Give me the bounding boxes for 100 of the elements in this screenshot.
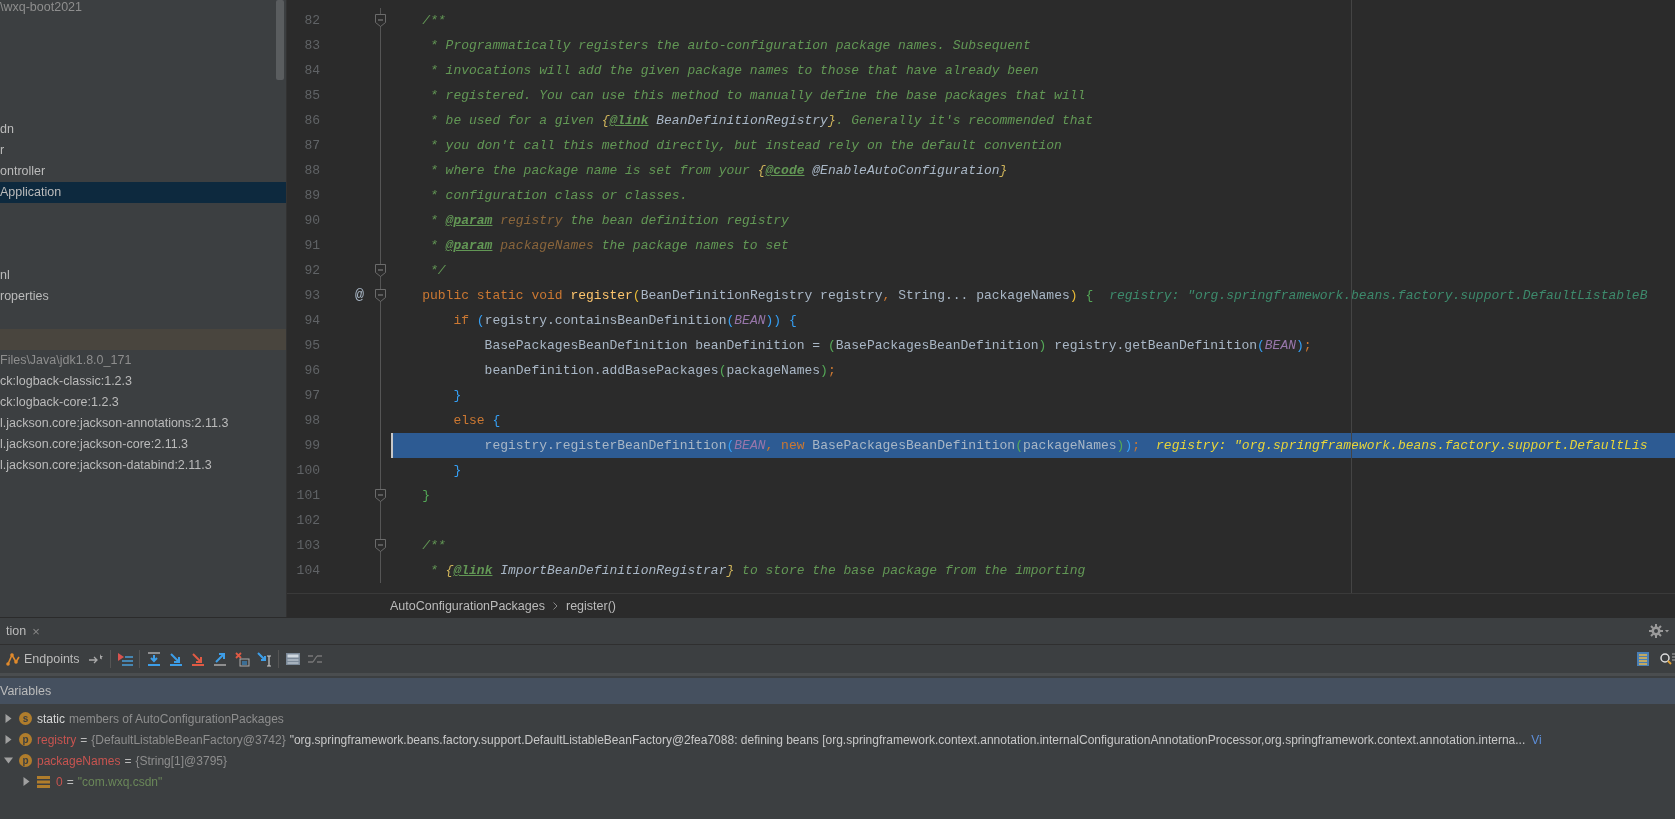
line-number: 99 [303,438,320,453]
line-number: 88 [303,163,320,178]
code-line: * configuration class or classes. [429,187,688,205]
search-icon[interactable] [1659,651,1675,667]
tree-item[interactable]: ck:logback-classic:1.2.3 [0,371,286,392]
variable-kind-badge: p [19,733,32,746]
tree-item[interactable]: roperties [0,286,286,307]
tree-item[interactable]: \wxq-boot2021 [0,0,286,14]
tree-item[interactable]: ck:logback-core:1.2.3 [0,392,286,413]
line-number: 86 [303,113,320,128]
endpoints-button[interactable]: Endpoints [4,652,82,666]
tree-item[interactable]: dn [0,119,286,140]
code-line: * you don't call this method directly, but instead rely on the default convention [429,137,1062,155]
code-line: } [452,387,462,405]
expanded-arrow-icon[interactable] [3,756,13,765]
settings-icon[interactable] [1649,624,1669,638]
fold-icon[interactable] [375,264,386,277]
variable-kind-badge: p [19,754,32,767]
line-number: 98 [303,413,320,428]
gutter-icon[interactable]: @ [320,287,370,304]
code-line: beanDefinition.addBasePackages(packageNames); [483,362,836,380]
code-line: /** [421,537,446,555]
breadcrumb[interactable]: register() [565,598,616,613]
step-out-icon[interactable] [211,651,228,667]
code-line: * registered. You can use this method to manually define the base packages that will [429,87,1086,105]
line-number: 100 [295,463,320,478]
tree-item[interactable]: l.jackson.core:jackson-annotations:2.11.3 [0,413,286,434]
inline-value-hint: registry: "org.springframework.beans.factory.support.DefaultLis [1156,437,1648,455]
line-number: 95 [303,338,320,353]
code-line: */ [429,262,446,280]
close-icon[interactable]: × [32,623,40,639]
line-number: 91 [303,238,320,253]
step-into-icon[interactable] [167,651,184,667]
run-to-cursor-icon[interactable] [255,651,272,667]
line-number: 97 [303,388,320,403]
line-number: 92 [303,263,320,278]
code-line: * @param registry the bean definition registry [429,212,789,230]
variable-name: packageNames [37,753,121,768]
variable-name: static [37,711,65,726]
equals-sign: = [66,774,74,789]
force-step-into-icon[interactable] [189,651,206,667]
chevron-icon [552,601,558,610]
variable-kind-badge: s [19,712,32,725]
line-number: 103 [295,538,320,553]
variable-value: "com.wxq.csdn" [77,774,163,789]
code-line: * @param packageNames the package names to set [429,237,789,255]
tree-item[interactable]: Application [0,182,286,203]
variables-header: Variables [0,678,1675,704]
fold-icon[interactable] [375,489,386,502]
calculator-icon[interactable] [284,651,301,667]
tree-item[interactable]: l.jackson.core:jackson-core:2.11.3 [0,434,286,455]
tree-item[interactable]: l.jackson.core:jackson-databind:2.11.3 [0,455,286,476]
line-number: 94 [303,313,320,328]
variable-type: {DefaultListableBeanFactory@3742} [91,732,286,747]
line-number: 90 [303,213,320,228]
line-number: 85 [303,88,320,103]
step-over-icon[interactable] [145,651,162,667]
equals-sign: = [124,753,132,768]
line-number: 82 [303,13,320,28]
drop-frame-icon[interactable] [233,651,250,667]
tree-item[interactable]: ontroller [0,161,286,182]
collapsed-arrow-icon[interactable] [21,777,31,786]
code-line: * where the package name is set from your {@code @EnableAutoConfiguration} [429,162,1008,180]
equals-sign: = [80,732,88,747]
tree-item[interactable]: r [0,140,286,161]
tree-item[interactable]: nl [0,265,286,286]
fold-icon[interactable] [375,14,386,27]
line-number: 93 [303,288,320,303]
code-line: * be used for a given {@link BeanDefinitionRegistry}. Generally it's recommended that [429,112,1094,130]
collapsed-arrow-icon[interactable] [3,714,13,723]
scrollbar[interactable] [276,0,284,80]
view-link[interactable]: Vi [1531,732,1542,747]
variable-value: "org.springframework.beans.factory.support.DefaultListableBeanFactory@2fea7088: defining beans [org.springframework.context.annotation.internalConfigurationAnnotationProcessor,org.springframework.context.annotation.interna... [289,732,1526,747]
fold-icon[interactable] [375,539,386,552]
execution-point-icon[interactable] [116,651,133,667]
line-number: 83 [303,38,320,53]
line-number: 89 [303,188,320,203]
line-number: 96 [303,363,320,378]
code-line: /** [421,12,446,30]
collapsed-arrow-icon[interactable] [3,735,13,744]
line-number: 101 [295,488,320,503]
code-line: } [452,462,462,480]
code-line: public static void register(BeanDefinitionRegistry registry, String... packageNames) { [421,287,1094,305]
code-line: } [421,487,430,505]
line-number: 87 [303,138,320,153]
tree-item[interactable]: Files\Java\jdk1.8.0_171 [0,350,286,371]
variable-name: 0 [56,774,63,789]
code-line: * {@link ImportBeanDefinitionRegistrar} to store the base package from the importing [429,562,1086,580]
breadcrumb[interactable]: AutoConfigurationPackages [390,598,545,613]
frames-icon[interactable] [1635,651,1651,667]
line-number: 104 [295,563,320,578]
line-number: 84 [303,63,320,78]
graph-icon [6,652,20,666]
fold-icon[interactable] [375,289,386,302]
code-line: registry.registerBeanDefinition(BEAN, new BasePackagesBeanDefinition(packageNames)); [483,437,1141,455]
array-element-icon [37,775,50,788]
code-line: * Programmatically registers the auto-configuration package names. Subsequent [429,37,1031,55]
variable-type: {String[1]@3795} [135,753,227,768]
code-line: * invocations will add the given package names to those that have already been [429,62,1039,80]
variable-name: registry [37,732,77,747]
